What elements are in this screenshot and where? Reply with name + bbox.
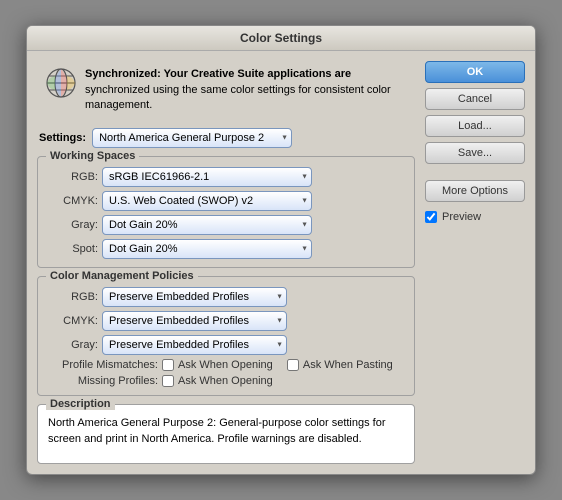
cmyk-row: CMYK: U.S. Web Coated (SWOP) v2 U.S. She… [48,191,404,211]
ask-when-pasting-label: Ask When Pasting [303,359,393,371]
cmyk-select[interactable]: U.S. Web Coated (SWOP) v2 U.S. Sheetfed … [102,191,312,211]
ask-when-opening-missing-label: Ask When Opening [178,375,273,387]
left-panel: Synchronized: Your Creative Suite applic… [37,61,415,463]
preview-row: Preview [425,211,525,223]
missing-profiles-options: Ask When Opening [162,375,273,387]
ask-when-pasting-checkbox[interactable] [287,359,299,371]
gray-select[interactable]: Dot Gain 20% Dot Gain 15% Dot Gain 25% [102,215,312,235]
gray-row: Gray: Dot Gain 20% Dot Gain 15% Dot Gain… [48,215,404,235]
right-panel: OK Cancel Load... Save... More Options P… [425,61,525,463]
settings-row: Settings: North America General Purpose … [37,128,415,148]
cm-rgb-select-wrapper: Preserve Embedded Profiles Convert to Wo… [102,287,287,307]
cm-cmyk-select-wrapper: Preserve Embedded Profiles Convert to Wo… [102,311,287,331]
missing-profiles-row: Missing Profiles: Ask When Opening [48,375,404,387]
save-button[interactable]: Save... [425,142,525,164]
cmyk-select-wrapper: U.S. Web Coated (SWOP) v2 U.S. Sheetfed … [102,191,312,211]
rgb-label: RGB: [48,171,98,183]
title-bar: Color Settings [27,26,535,51]
settings-label: Settings: [39,132,86,144]
cm-gray-select-wrapper: Preserve Embedded Profiles Convert to Wo… [102,335,287,355]
ask-when-opening-mismatch-label: Ask When Opening [178,359,273,371]
sync-text: Synchronized: Your Creative Suite applic… [85,67,407,113]
spot-select-wrapper: Dot Gain 20% Dot Gain 15% Dot Gain 25% [102,239,312,259]
description-text: North America General Purpose 2: General… [48,415,404,448]
more-options-button[interactable]: More Options [425,180,525,202]
sync-bold: Synchronized: Your Creative Suite applic… [85,68,351,80]
profile-mismatches-options: Ask When Opening Ask When Pasting [162,359,393,371]
cancel-button[interactable]: Cancel [425,88,525,110]
preview-checkbox[interactable] [425,211,437,223]
settings-select[interactable]: North America General Purpose 2 North Am… [92,128,292,148]
settings-select-wrapper: North America General Purpose 2 North Am… [92,128,292,148]
gray-select-wrapper: Dot Gain 20% Dot Gain 15% Dot Gain 25% [102,215,312,235]
cm-rgb-row: RGB: Preserve Embedded Profiles Convert … [48,287,404,307]
profile-mismatches-row: Profile Mismatches: Ask When Opening Ask… [48,359,404,371]
cm-cmyk-select[interactable]: Preserve Embedded Profiles Convert to Wo… [102,311,287,331]
cm-gray-row: Gray: Preserve Embedded Profiles Convert… [48,335,404,355]
ok-button[interactable]: OK [425,61,525,83]
spot-label: Spot: [48,243,98,255]
dialog-title: Color Settings [240,31,322,45]
gray-label: Gray: [48,219,98,231]
cm-gray-label: Gray: [48,339,98,351]
spot-select[interactable]: Dot Gain 20% Dot Gain 15% Dot Gain 25% [102,239,312,259]
ask-when-opening-missing-checkbox[interactable] [162,375,174,387]
spot-row: Spot: Dot Gain 20% Dot Gain 15% Dot Gain… [48,239,404,259]
cm-cmyk-label: CMYK: [48,315,98,327]
preview-label: Preview [442,211,481,223]
color-management-legend: Color Management Policies [46,270,198,282]
load-button[interactable]: Load... [425,115,525,137]
working-spaces-group: Working Spaces RGB: sRGB IEC61966-2.1 Ad… [37,156,415,268]
color-management-group: Color Management Policies RGB: Preserve … [37,276,415,396]
working-spaces-legend: Working Spaces [46,150,139,162]
profile-mismatches-label: Profile Mismatches: [48,359,158,371]
globe-icon [45,67,77,102]
cmyk-label: CMYK: [48,195,98,207]
cm-rgb-label: RGB: [48,291,98,303]
ask-when-opening-mismatch-checkbox[interactable] [162,359,174,371]
description-legend: Description [46,398,115,410]
sync-notice: Synchronized: Your Creative Suite applic… [37,61,415,119]
cm-cmyk-row: CMYK: Preserve Embedded Profiles Convert… [48,311,404,331]
cm-gray-select[interactable]: Preserve Embedded Profiles Convert to Wo… [102,335,287,355]
color-settings-dialog: Color Settings [26,25,536,474]
rgb-row: RGB: sRGB IEC61966-2.1 Adobe RGB (1998) … [48,167,404,187]
description-group: Description North America General Purpos… [37,404,415,464]
rgb-select-wrapper: sRGB IEC61966-2.1 Adobe RGB (1998) ProPh… [102,167,312,187]
missing-profiles-label: Missing Profiles: [48,375,158,387]
rgb-select[interactable]: sRGB IEC61966-2.1 Adobe RGB (1998) ProPh… [102,167,312,187]
cm-rgb-select[interactable]: Preserve Embedded Profiles Convert to Wo… [102,287,287,307]
